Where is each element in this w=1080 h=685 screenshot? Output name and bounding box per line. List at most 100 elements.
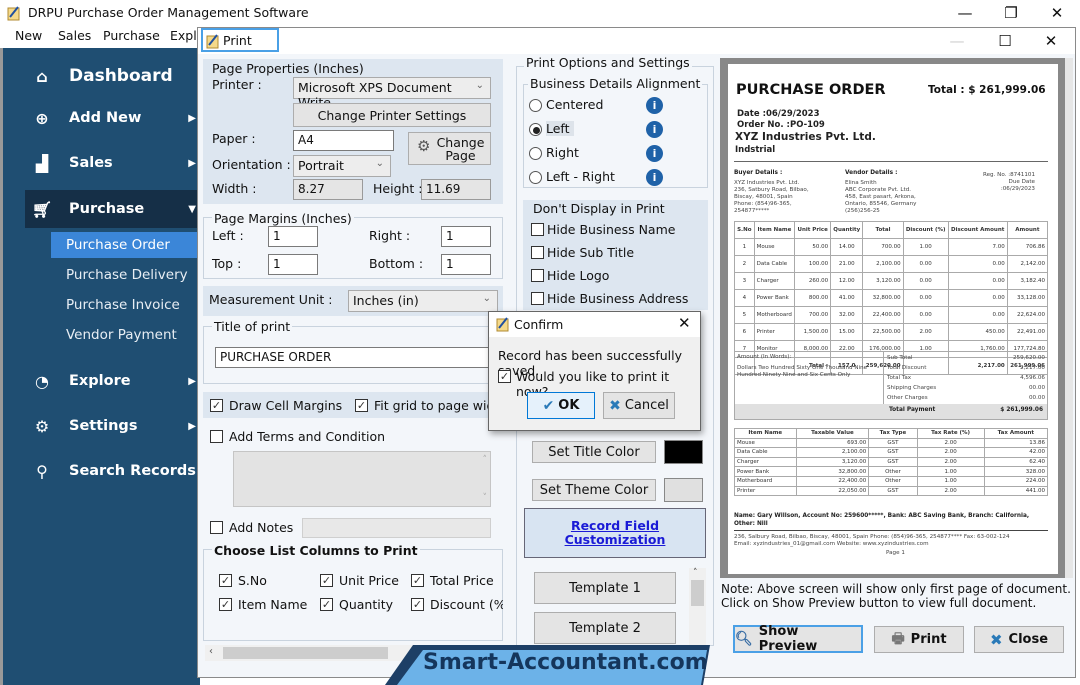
left-margin-input[interactable]: 1 — [268, 226, 318, 247]
notes-input[interactable] — [302, 518, 491, 538]
sidebar-item-add-new[interactable]: ⊕ Add New ▶ — [3, 99, 200, 137]
sidebar-item-dashboard[interactable]: ⌂ Dashboard — [3, 57, 200, 95]
draw-cell-margins-checkbox[interactable] — [210, 399, 223, 412]
hide-option-checkbox[interactable] — [531, 269, 544, 282]
confirm-ok-button[interactable]: ✔ OK — [527, 392, 595, 419]
add-terms-checkbox[interactable] — [210, 430, 223, 443]
hide-option-label: Hide Logo — [547, 268, 610, 283]
columns-legend: Choose List Columns to Print — [212, 543, 420, 558]
title-color-swatch[interactable] — [664, 440, 703, 464]
info-icon[interactable]: i — [646, 169, 663, 186]
terms-textarea[interactable]: ˄ ˅ — [233, 451, 491, 507]
change-printer-settings-button[interactable]: Change Printer Settings — [293, 103, 491, 127]
scroll-down-icon[interactable]: ˅ — [483, 493, 488, 503]
column-header: Tax Amount — [983, 428, 1049, 439]
measurement-select[interactable]: Inches (in) ⌄ — [348, 290, 498, 312]
set-theme-color-button[interactable]: Set Theme Color — [532, 479, 656, 501]
fit-grid-checkbox[interactable] — [355, 399, 368, 412]
scrollbar-thumb[interactable] — [223, 647, 388, 659]
alignment-radio-right[interactable] — [529, 147, 542, 160]
menu-new[interactable]: New — [15, 28, 42, 43]
right-margin-input[interactable]: 1 — [441, 226, 491, 247]
sidebar-item-sales[interactable]: ▟ Sales ▶ — [3, 144, 200, 182]
print-window-tab: Print — [201, 28, 279, 52]
sidebar-item-explore[interactable]: ◔ Explore ▶ — [3, 362, 200, 400]
summary-row: Other Charges 00.00 — [887, 393, 1045, 403]
scroll-up-icon[interactable]: ˄ — [483, 455, 488, 465]
minimize-button[interactable]: — — [942, 0, 988, 26]
info-icon[interactable]: i — [646, 121, 663, 138]
watermark-banner: Smart-Accountant.com — [385, 643, 710, 685]
template-scrollbar-thumb[interactable] — [691, 580, 704, 606]
app-title-bar: DRPU Purchase Order Management Software … — [0, 0, 1080, 26]
show-preview-button[interactable]: 🔍︎ Show Preview — [733, 624, 863, 654]
sidebar-item-purchase[interactable]: 🛒︎ Purchase ▼ — [25, 190, 200, 228]
template-1-button[interactable]: Template 1 — [534, 572, 676, 604]
summary-row: Total Discount 2,217.00 — [887, 363, 1045, 373]
column-unit-price-checkbox[interactable] — [320, 574, 333, 587]
table-cell: 33,128.00 — [1006, 289, 1049, 307]
alignment-radio-centered[interactable] — [529, 99, 542, 112]
change-page-button[interactable]: ⚙ Change Page — [408, 132, 491, 165]
record-field-customization-link[interactable]: Record Field Customization — [524, 508, 706, 558]
top-margin-input[interactable]: 1 — [268, 254, 318, 275]
sidebar-sub-purchase-order[interactable]: Purchase Order — [51, 232, 200, 258]
column-quantity-checkbox[interactable] — [320, 598, 333, 611]
template-scrollbar[interactable]: ˄ — [689, 568, 706, 646]
sidebar-sub-purchase-delivery[interactable]: Purchase Delivery — [51, 262, 200, 288]
close-button[interactable]: ✖ Close — [974, 626, 1064, 653]
restore-button[interactable]: ❐ — [988, 0, 1034, 26]
print-maximize-button[interactable]: ☐ — [982, 28, 1028, 54]
preview-scrollbar[interactable] — [1065, 58, 1073, 578]
doc-total: Total : $ 261,999.06 — [928, 84, 1046, 96]
info-icon[interactable]: i — [646, 97, 663, 114]
alignment-radio-left[interactable] — [529, 123, 542, 136]
hide-option-checkbox[interactable] — [531, 292, 544, 305]
column-sno-checkbox[interactable] — [219, 574, 232, 587]
menu-purchase[interactable]: Purchase — [103, 28, 160, 43]
sidebar-item-search-records[interactable]: ⚲ Search Records — [3, 452, 200, 490]
confirm-close-button[interactable]: ✕ — [678, 314, 691, 332]
doc-order-no: Order No. :PO-109 — [737, 120, 825, 130]
table-row: 6 Printer 1,500.00 15.00 22,500.00 2.00 450.00… — [734, 323, 1049, 341]
info-icon[interactable]: i — [646, 145, 663, 162]
menu-sales[interactable]: Sales — [58, 28, 91, 43]
app-logo-icon — [7, 6, 20, 21]
bottom-margin-input[interactable]: 1 — [441, 254, 491, 275]
printer-select[interactable]: Microsoft XPS Document Write⌄ — [293, 77, 491, 110]
column-discount-checkbox[interactable] — [411, 598, 424, 611]
hide-option-checkbox[interactable] — [531, 246, 544, 259]
table-cell: Data Cable — [753, 255, 796, 273]
alignment-radio-left-right[interactable] — [529, 171, 542, 184]
left-margin-label: Left : — [212, 228, 244, 243]
table-cell: Motherboard — [753, 306, 796, 324]
sidebar-sub-purchase-invoice[interactable]: Purchase Invoice — [51, 292, 200, 318]
print-button[interactable]: 🖶 Print — [874, 626, 964, 653]
sidebar-sub-vendor-payment[interactable]: Vendor Payment — [51, 322, 200, 348]
column-total-price-checkbox[interactable] — [411, 574, 424, 587]
scroll-left-icon[interactable]: ‹ — [209, 646, 213, 657]
add-notes-checkbox[interactable] — [210, 521, 223, 534]
summary-divider — [883, 352, 884, 404]
sidebar-item-settings[interactable]: ⚙ Settings ▶ — [3, 407, 200, 445]
close-app-button[interactable]: ✕ — [1034, 0, 1080, 26]
table-row: Data Cable 2,100.00 GST 2.00 42.00 — [734, 447, 1049, 458]
print-minimize-button[interactable]: — — [934, 28, 980, 54]
template-2-button[interactable]: Template 2 — [534, 612, 676, 644]
set-title-color-button[interactable]: Set Title Color — [532, 441, 656, 463]
table-cell: 1.00 — [916, 475, 985, 487]
confirm-cancel-button[interactable]: ✖ Cancel — [603, 392, 675, 419]
print-close-button[interactable]: ✕ — [1028, 28, 1074, 54]
scroll-up-icon[interactable]: ˄ — [693, 568, 698, 578]
title-of-print-input[interactable]: PURCHASE ORDER — [215, 347, 495, 368]
paper-input[interactable]: A4 — [293, 130, 394, 151]
chevron-right-icon: ▶ — [188, 112, 196, 124]
column-item-name-checkbox[interactable] — [219, 598, 232, 611]
hide-option-checkbox[interactable] — [531, 223, 544, 236]
table-cell: 0.00 — [902, 255, 949, 273]
margins-legend: Page Margins (Inches) — [212, 211, 354, 226]
print-now-checkbox[interactable] — [498, 370, 511, 383]
orientation-select[interactable]: Portrait ⌄ — [293, 155, 391, 177]
table-cell: 22,624.00 — [1006, 306, 1049, 324]
table-cell: 100.00 — [794, 255, 832, 273]
